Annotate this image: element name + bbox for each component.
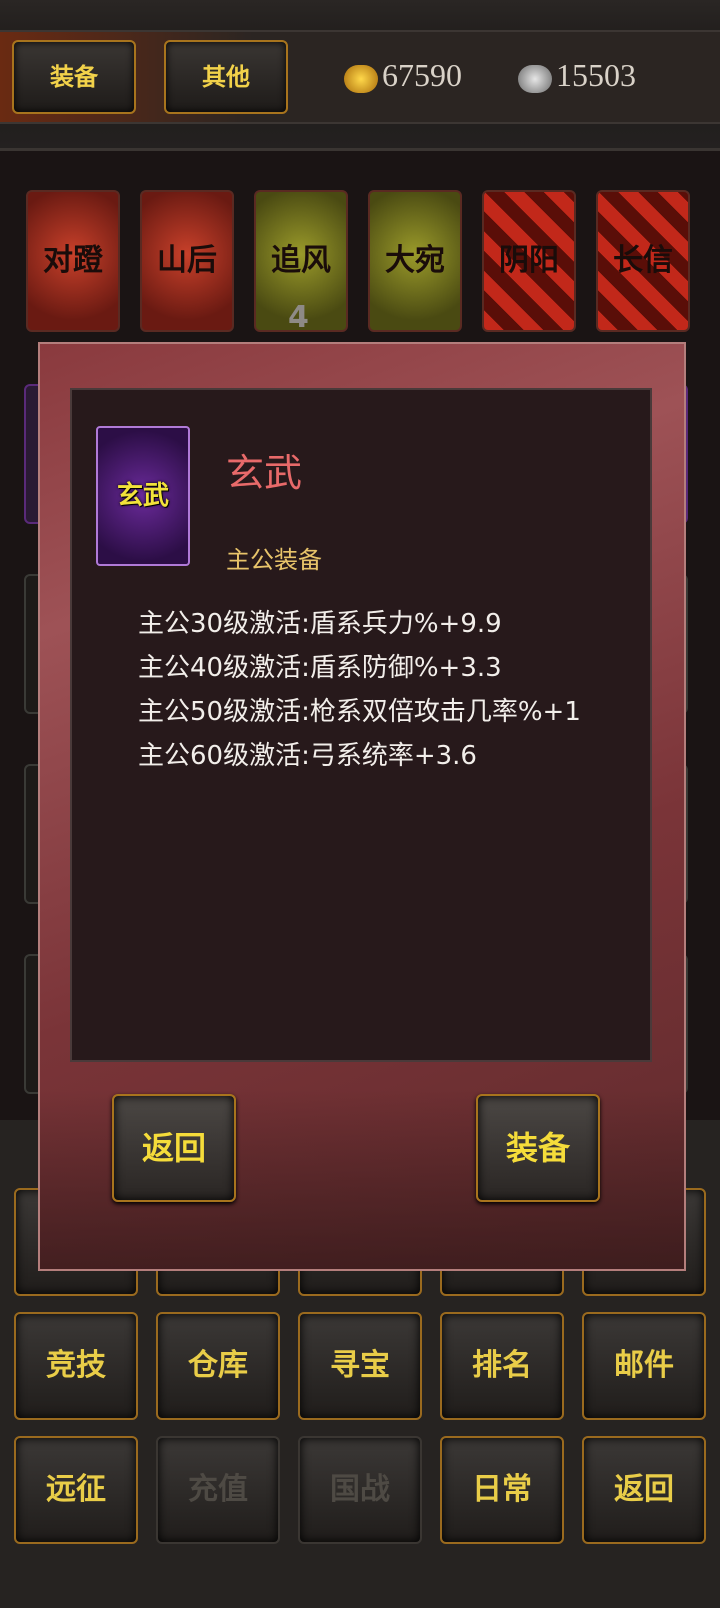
item-stats-list: 主公30级激活:盾系兵力%+9.9 主公40级激活:盾系防御%+3.3 主公50… [138, 602, 581, 778]
mount-card-2[interactable]: 山后 [140, 190, 234, 332]
item-name: 玄武 [226, 451, 303, 495]
equip-button[interactable]: 装备 [476, 1094, 600, 1202]
mount-card-6[interactable]: 长信 [596, 190, 690, 332]
menu-treasure-button[interactable]: 寻宝 [298, 1312, 422, 1420]
back-button[interactable]: 返回 [112, 1094, 236, 1202]
mount-card-1[interactable]: 对蹬 [26, 190, 120, 332]
tab-equipment[interactable]: 装备 [12, 40, 136, 114]
gold-ingot-icon [344, 64, 378, 93]
stat-line: 主公30级激活:盾系兵力%+9.9 [138, 609, 502, 639]
stat-line: 主公40级激活:盾系防御%+3.3 [138, 653, 502, 683]
menu-mail-button[interactable]: 邮件 [582, 1312, 706, 1420]
menu-daily-button[interactable]: 日常 [440, 1436, 564, 1544]
item-type: 主公装备 [226, 546, 322, 574]
menu-back-button[interactable]: 返回 [582, 1436, 706, 1544]
gold-counter: 67590 [344, 55, 462, 95]
stat-line: 主公50级激活:枪系双倍攻击几率%+1 [138, 697, 581, 727]
menu-ranking-button[interactable]: 排名 [440, 1312, 564, 1420]
menu-arena-button[interactable]: 竞技 [14, 1312, 138, 1420]
mount-card-5[interactable]: 阴阳 [482, 190, 576, 332]
mount-card-4[interactable]: 大宛 [368, 190, 462, 332]
silver-counter: 15503 [518, 55, 636, 95]
menu-expedition-button[interactable]: 远征 [14, 1436, 138, 1544]
item-info-panel: 玄武 玄武 主公装备 主公30级激活:盾系兵力%+9.9 主公40级激活:盾系防… [70, 388, 652, 1062]
item-icon: 玄武 [96, 426, 190, 566]
silver-amount: 15503 [556, 57, 636, 93]
tab-other[interactable]: 其他 [164, 40, 288, 114]
stat-line: 主公60级激活:弓系统率+3.6 [138, 741, 477, 771]
gold-amount: 67590 [382, 57, 462, 93]
menu-warehouse-button[interactable]: 仓库 [156, 1312, 280, 1420]
menu-recharge-button[interactable]: 充值 [156, 1436, 280, 1544]
mount-count-badge: 4 [288, 300, 309, 335]
silver-ingot-icon [518, 64, 552, 93]
menu-nation-war-button[interactable]: 国战 [298, 1436, 422, 1544]
item-detail-modal: 玄武 玄武 主公装备 主公30级激活:盾系兵力%+9.9 主公40级激活:盾系防… [38, 342, 686, 1271]
